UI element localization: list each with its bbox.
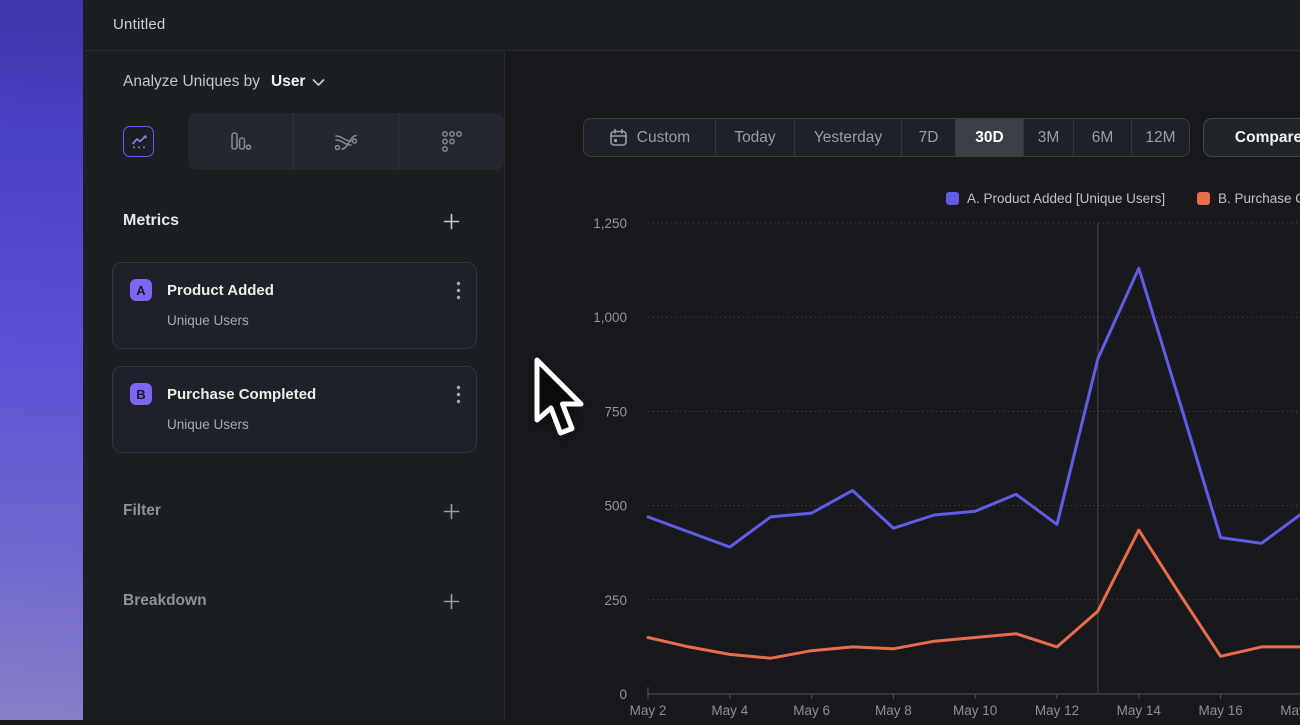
dots-grid-icon xyxy=(439,129,465,155)
filter-title: Filter xyxy=(123,502,161,520)
analyze-by-value[interactable]: User xyxy=(271,73,305,91)
x-tick-label: May 14 xyxy=(1117,703,1162,718)
line-chart-icon xyxy=(130,133,148,151)
query-sidebar: Analyze Uniques by User xyxy=(83,51,505,720)
report-header: Untitled xyxy=(83,0,1300,51)
y-tick-label: 750 xyxy=(604,404,627,419)
compare-button[interactable]: Compare xyxy=(1203,118,1300,157)
chart-type-tabs xyxy=(83,113,504,170)
range-button-label: 6M xyxy=(1092,129,1114,147)
breakdown-title: Breakdown xyxy=(123,592,207,610)
metrics-title: Metrics xyxy=(123,212,179,230)
breakdown-section-header: Breakdown xyxy=(83,581,504,621)
metric-card-row: B Purchase Completed xyxy=(113,367,476,405)
x-tick-label: May 12 xyxy=(1035,703,1079,718)
metric-card-row: A Product Added xyxy=(113,263,476,301)
kebab-menu-icon[interactable] xyxy=(456,385,461,404)
range-button-6m[interactable]: 6M xyxy=(1073,119,1131,156)
metric-card-purchase-completed[interactable]: B Purchase Completed Unique Users xyxy=(112,366,477,453)
date-range-selector: Custom Today Yesterday 7D 30D 3M 6M 12M xyxy=(583,118,1190,157)
range-button-3m[interactable]: 3M xyxy=(1023,119,1073,156)
range-button-label: Custom xyxy=(637,129,690,147)
chart-type-tab-group xyxy=(188,113,504,170)
add-breakdown-icon[interactable] xyxy=(443,593,460,610)
range-button-30d[interactable]: 30D xyxy=(955,119,1023,156)
range-button-yesterday[interactable]: Yesterday xyxy=(794,119,901,156)
range-button-label: 3M xyxy=(1038,129,1060,147)
range-button-custom[interactable]: Custom xyxy=(584,119,715,156)
y-tick-label: 0 xyxy=(619,687,627,702)
x-tick-label: May 4 xyxy=(711,703,748,718)
y-tick-label: 1,250 xyxy=(593,216,627,231)
x-tick-label: May 10 xyxy=(953,703,997,718)
tab-flow-chart[interactable] xyxy=(293,113,399,170)
mouse-pointer xyxy=(533,357,587,443)
range-button-today[interactable]: Today xyxy=(715,119,794,156)
tab-dots-grid[interactable] xyxy=(398,113,504,170)
x-tick-label: May 2 xyxy=(630,703,667,718)
y-tick-label: 1,000 xyxy=(593,310,627,325)
legend-label: B. Purchase Completed [Unique Users] xyxy=(1218,191,1300,206)
metric-card-product-added[interactable]: A Product Added Unique Users xyxy=(112,262,477,349)
x-tick-label: May 16 xyxy=(1198,703,1242,718)
range-button-label: 7D xyxy=(919,129,939,147)
app-window: Untitled Analyze Uniques by User xyxy=(83,0,1300,720)
metric-name: Purchase Completed xyxy=(167,386,456,403)
range-button-label: Today xyxy=(734,129,775,147)
legend-label: A. Product Added [Unique Users] xyxy=(967,191,1165,206)
legend-item[interactable]: A. Product Added [Unique Users] xyxy=(946,191,1165,206)
metrics-section-header: Metrics xyxy=(83,201,504,241)
x-tick-label: May 8 xyxy=(875,703,912,718)
range-button-12m[interactable]: 12M xyxy=(1131,119,1189,156)
calendar-icon xyxy=(609,128,628,147)
metric-measure: Unique Users xyxy=(113,301,476,328)
x-tick-label: May 18 xyxy=(1280,703,1300,718)
metric-name: Product Added xyxy=(167,282,456,299)
chevron-down-icon[interactable] xyxy=(312,78,325,87)
kebab-menu-icon[interactable] xyxy=(456,281,461,300)
flow-chart-icon xyxy=(332,131,360,153)
series-line-b xyxy=(648,530,1300,658)
range-button-label: 30D xyxy=(975,129,1003,147)
background-gradient-strip xyxy=(0,0,83,720)
metric-badge-a: A xyxy=(130,279,152,301)
legend-item[interactable]: B. Purchase Completed [Unique Users] xyxy=(1197,191,1300,206)
tab-bar-chart[interactable] xyxy=(188,113,293,170)
metric-measure: Unique Users xyxy=(113,405,476,432)
bar-chart-icon xyxy=(227,130,253,154)
x-tick-label: May 6 xyxy=(793,703,830,718)
y-tick-label: 250 xyxy=(604,593,627,608)
metric-badge-b: B xyxy=(130,383,152,405)
analyze-by-row: Analyze Uniques by User xyxy=(83,51,504,113)
tab-line-chart[interactable] xyxy=(123,126,154,157)
chart-panel: Custom Today Yesterday 7D 30D 3M 6M 12M Compare… xyxy=(505,51,1300,720)
range-button-label: 12M xyxy=(1145,129,1175,147)
report-title: Untitled xyxy=(113,0,165,50)
y-tick-label: 500 xyxy=(604,499,627,514)
filter-section-header: Filter xyxy=(83,491,504,531)
add-metric-icon[interactable] xyxy=(443,213,460,230)
range-button-7d[interactable]: 7D xyxy=(901,119,955,156)
range-button-label: Yesterday xyxy=(814,129,882,147)
legend-swatch xyxy=(1197,192,1210,205)
add-filter-icon[interactable] xyxy=(443,503,460,520)
analyze-by-label: Analyze Uniques by xyxy=(123,73,260,91)
chart-svg: 0 250 500 750 1,000 1,250 May 2 May 4 May 6 May 8… xyxy=(585,210,1300,720)
chart-area[interactable]: 0 250 500 750 1,000 1,250 May 2 May 4 May 6 May 8… xyxy=(585,210,1300,720)
legend-swatch xyxy=(946,192,959,205)
